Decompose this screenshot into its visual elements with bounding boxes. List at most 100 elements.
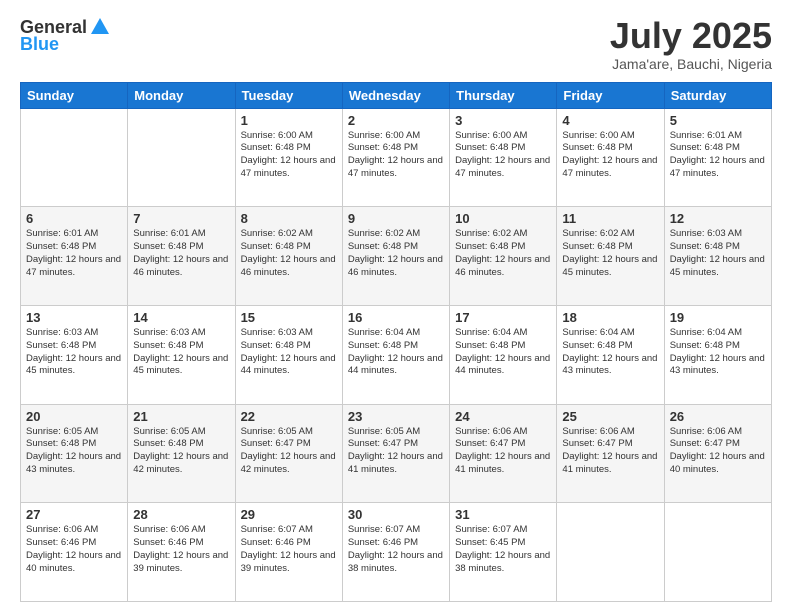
day-info: Sunrise: 6:02 AM Sunset: 6:48 PM Dayligh… <box>348 228 444 279</box>
day-number: 26 <box>670 409 766 424</box>
day-info: Sunrise: 6:02 AM Sunset: 6:48 PM Dayligh… <box>241 228 337 279</box>
day-number: 11 <box>562 211 658 226</box>
day-info: Sunrise: 6:07 AM Sunset: 6:46 PM Dayligh… <box>348 524 444 575</box>
calendar-cell <box>128 108 235 207</box>
calendar-cell: 27Sunrise: 6:06 AM Sunset: 6:46 PM Dayli… <box>21 503 128 602</box>
calendar-week-0: 1Sunrise: 6:00 AM Sunset: 6:48 PM Daylig… <box>21 108 772 207</box>
col-thursday: Thursday <box>450 82 557 108</box>
day-number: 19 <box>670 310 766 325</box>
calendar-cell: 23Sunrise: 6:05 AM Sunset: 6:47 PM Dayli… <box>342 404 449 503</box>
day-number: 29 <box>241 507 337 522</box>
calendar-cell: 31 Sunrise: 6:07 AM Sunset: 6:45 PM Dayli… <box>450 503 557 602</box>
day-info: Sunrise: 6:06 AM Sunset: 6:47 PM Dayligh… <box>670 426 766 477</box>
calendar-cell <box>21 108 128 207</box>
calendar-cell <box>664 503 771 602</box>
day-number: 16 <box>348 310 444 325</box>
header: General Blue July 2025 Jama'are, Bauchi,… <box>20 16 772 72</box>
col-wednesday: Wednesday <box>342 82 449 108</box>
day-number: 7 <box>133 211 229 226</box>
day-info: Sunrise: 6:06 AM Sunset: 6:46 PM Dayligh… <box>26 524 122 575</box>
calendar-header-row: Sunday Monday Tuesday Wednesday Thursday… <box>21 82 772 108</box>
calendar-cell: 10 Sunrise: 6:02 AM Sunset: 6:48 PM Dayli… <box>450 207 557 306</box>
day-number: 10 <box>455 211 551 226</box>
day-number: 5 <box>670 113 766 128</box>
day-number: 20 <box>26 409 122 424</box>
day-number: 14 <box>133 310 229 325</box>
day-info: Sunrise: 6:03 AM Sunset: 6:48 PM Dayligh… <box>26 327 122 378</box>
day-number: 23 <box>348 409 444 424</box>
col-monday: Monday <box>128 82 235 108</box>
day-number: 2 <box>348 113 444 128</box>
day-number: 31 <box>455 507 551 522</box>
day-info: Sunrise: 6:07 AM Sunset: 6:46 PM Dayligh… <box>241 524 337 575</box>
day-number: 13 <box>26 310 122 325</box>
calendar-cell: 28 Sunrise: 6:06 AM Sunset: 6:46 PM Dayli… <box>128 503 235 602</box>
col-sunday: Sunday <box>21 82 128 108</box>
calendar-cell: 8 Sunrise: 6:02 AM Sunset: 6:48 PM Daylig… <box>235 207 342 306</box>
day-number: 4 <box>562 113 658 128</box>
day-number: 24 <box>455 409 551 424</box>
calendar-cell: 5 Sunrise: 6:01 AM Sunset: 6:48 PM Daylig… <box>664 108 771 207</box>
day-number: 9 <box>348 211 444 226</box>
day-info: Sunrise: 6:05 AM Sunset: 6:48 PM Dayligh… <box>133 426 229 477</box>
day-info: Sunrise: 6:06 AM Sunset: 6:46 PM Dayligh… <box>133 524 229 575</box>
day-info: Sunrise: 6:03 AM Sunset: 6:48 PM Dayligh… <box>241 327 337 378</box>
calendar-cell: 29 Sunrise: 6:07 AM Sunset: 6:46 PM Dayli… <box>235 503 342 602</box>
calendar-cell: 25 Sunrise: 6:06 AM Sunset: 6:47 PM Dayli… <box>557 404 664 503</box>
day-number: 28 <box>133 507 229 522</box>
calendar-cell: 11 Sunrise: 6:02 AM Sunset: 6:48 PM Dayli… <box>557 207 664 306</box>
day-number: 17 <box>455 310 551 325</box>
day-info: Sunrise: 6:05 AM Sunset: 6:48 PM Dayligh… <box>26 426 122 477</box>
calendar-week-1: 6 Sunrise: 6:01 AM Sunset: 6:48 PM Daylig… <box>21 207 772 306</box>
day-number: 25 <box>562 409 658 424</box>
day-number: 12 <box>670 211 766 226</box>
calendar-cell: 3 Sunrise: 6:00 AM Sunset: 6:48 PM Daylig… <box>450 108 557 207</box>
day-info: Sunrise: 6:06 AM Sunset: 6:47 PM Dayligh… <box>455 426 551 477</box>
calendar-cell: 15 Sunrise: 6:03 AM Sunset: 6:48 PM Dayli… <box>235 305 342 404</box>
day-info: Sunrise: 6:05 AM Sunset: 6:47 PM Dayligh… <box>241 426 337 477</box>
day-info: Sunrise: 6:03 AM Sunset: 6:48 PM Dayligh… <box>670 228 766 279</box>
day-info: Sunrise: 6:07 AM Sunset: 6:45 PM Dayligh… <box>455 524 551 575</box>
day-info: Sunrise: 6:04 AM Sunset: 6:48 PM Dayligh… <box>670 327 766 378</box>
day-info: Sunrise: 6:00 AM Sunset: 6:48 PM Dayligh… <box>241 130 337 181</box>
title-block: July 2025 Jama'are, Bauchi, Nigeria <box>610 16 772 72</box>
day-number: 15 <box>241 310 337 325</box>
day-number: 8 <box>241 211 337 226</box>
calendar-week-3: 20 Sunrise: 6:05 AM Sunset: 6:48 PM Dayli… <box>21 404 772 503</box>
day-info: Sunrise: 6:01 AM Sunset: 6:48 PM Dayligh… <box>133 228 229 279</box>
day-info: Sunrise: 6:01 AM Sunset: 6:48 PM Dayligh… <box>670 130 766 181</box>
logo: General Blue <box>20 16 111 55</box>
calendar-cell: 1Sunrise: 6:00 AM Sunset: 6:48 PM Daylig… <box>235 108 342 207</box>
day-number: 22 <box>241 409 337 424</box>
calendar-cell: 24 Sunrise: 6:06 AM Sunset: 6:47 PM Dayli… <box>450 404 557 503</box>
calendar-cell: 4 Sunrise: 6:00 AM Sunset: 6:48 PM Daylig… <box>557 108 664 207</box>
calendar-cell: 6 Sunrise: 6:01 AM Sunset: 6:48 PM Daylig… <box>21 207 128 306</box>
day-info: Sunrise: 6:04 AM Sunset: 6:48 PM Dayligh… <box>562 327 658 378</box>
day-info: Sunrise: 6:04 AM Sunset: 6:48 PM Dayligh… <box>455 327 551 378</box>
day-number: 6 <box>26 211 122 226</box>
logo-icon <box>89 16 111 38</box>
calendar-cell: 21Sunrise: 6:05 AM Sunset: 6:48 PM Dayli… <box>128 404 235 503</box>
day-info: Sunrise: 6:02 AM Sunset: 6:48 PM Dayligh… <box>562 228 658 279</box>
day-number: 3 <box>455 113 551 128</box>
calendar-cell: 17 Sunrise: 6:04 AM Sunset: 6:48 PM Dayli… <box>450 305 557 404</box>
day-info: Sunrise: 6:06 AM Sunset: 6:47 PM Dayligh… <box>562 426 658 477</box>
calendar-cell: 19 Sunrise: 6:04 AM Sunset: 6:48 PM Dayli… <box>664 305 771 404</box>
calendar-cell: 16 Sunrise: 6:04 AM Sunset: 6:48 PM Dayli… <box>342 305 449 404</box>
day-number: 30 <box>348 507 444 522</box>
col-friday: Friday <box>557 82 664 108</box>
calendar-cell: 26 Sunrise: 6:06 AM Sunset: 6:47 PM Dayli… <box>664 404 771 503</box>
calendar-cell: 7 Sunrise: 6:01 AM Sunset: 6:48 PM Daylig… <box>128 207 235 306</box>
calendar-cell: 20 Sunrise: 6:05 AM Sunset: 6:48 PM Dayli… <box>21 404 128 503</box>
day-info: Sunrise: 6:04 AM Sunset: 6:48 PM Dayligh… <box>348 327 444 378</box>
calendar-cell: 14Sunrise: 6:03 AM Sunset: 6:48 PM Dayli… <box>128 305 235 404</box>
col-saturday: Saturday <box>664 82 771 108</box>
day-info: Sunrise: 6:00 AM Sunset: 6:48 PM Dayligh… <box>455 130 551 181</box>
day-info: Sunrise: 6:01 AM Sunset: 6:48 PM Dayligh… <box>26 228 122 279</box>
day-info: Sunrise: 6:00 AM Sunset: 6:48 PM Dayligh… <box>562 130 658 181</box>
calendar-cell: 13 Sunrise: 6:03 AM Sunset: 6:48 PM Dayli… <box>21 305 128 404</box>
day-number: 18 <box>562 310 658 325</box>
calendar-cell: 18 Sunrise: 6:04 AM Sunset: 6:48 PM Dayli… <box>557 305 664 404</box>
day-info: Sunrise: 6:00 AM Sunset: 6:48 PM Dayligh… <box>348 130 444 181</box>
day-info: Sunrise: 6:02 AM Sunset: 6:48 PM Dayligh… <box>455 228 551 279</box>
